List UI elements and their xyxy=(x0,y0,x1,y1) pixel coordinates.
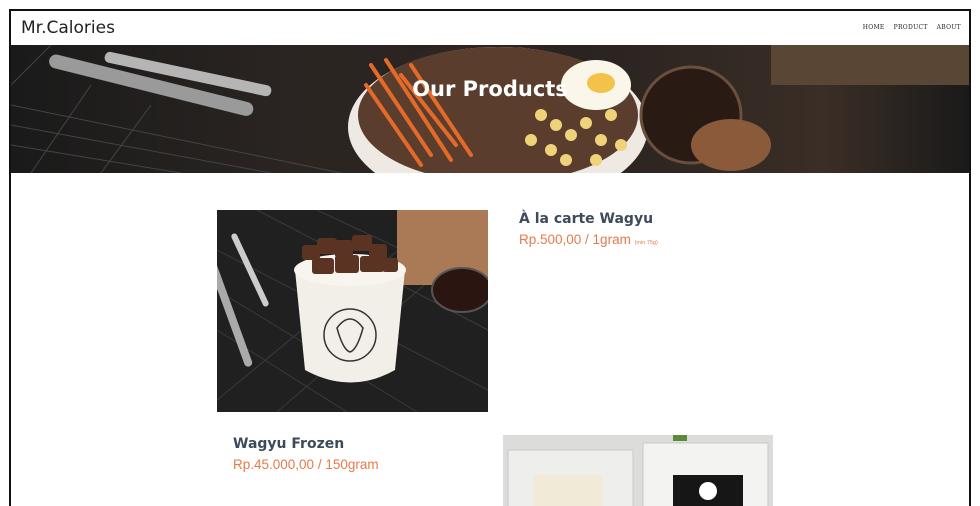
browser-page: Mr.Calories HOME PRODUCT ABOUT Our Produ… xyxy=(9,9,971,506)
hero-banner: Our Products xyxy=(11,45,969,173)
nav-menu: HOME PRODUCT ABOUT xyxy=(863,24,961,31)
page-title: Our Products xyxy=(412,77,568,101)
top-navbar: Mr.Calories HOME PRODUCT ABOUT xyxy=(11,11,969,45)
product-name: Wagyu Frozen xyxy=(233,436,345,452)
product-price-value: Rp.500,00 / 1gram xyxy=(519,232,631,247)
hero-background-image xyxy=(11,45,969,173)
product-name: À la carte Wagyu xyxy=(519,211,654,227)
product-price: Rp.500,00 / 1gram (min 75g) xyxy=(519,232,658,247)
wagyu-cup-image xyxy=(217,210,488,412)
product-image-wagyu-frozen[interactable] xyxy=(503,435,773,506)
nav-home-link[interactable]: HOME xyxy=(863,24,885,31)
wagyu-frozen-image xyxy=(503,435,773,506)
product-price-note: (min 75g) xyxy=(634,240,658,246)
brand-logo[interactable]: Mr.Calories xyxy=(21,18,115,38)
nav-product-link[interactable]: PRODUCT xyxy=(894,24,928,31)
product-image-wagyu[interactable] xyxy=(217,210,488,412)
nav-about-link[interactable]: ABOUT xyxy=(937,24,961,31)
product-price: Rp.45.000,00 / 150gram xyxy=(233,457,379,472)
